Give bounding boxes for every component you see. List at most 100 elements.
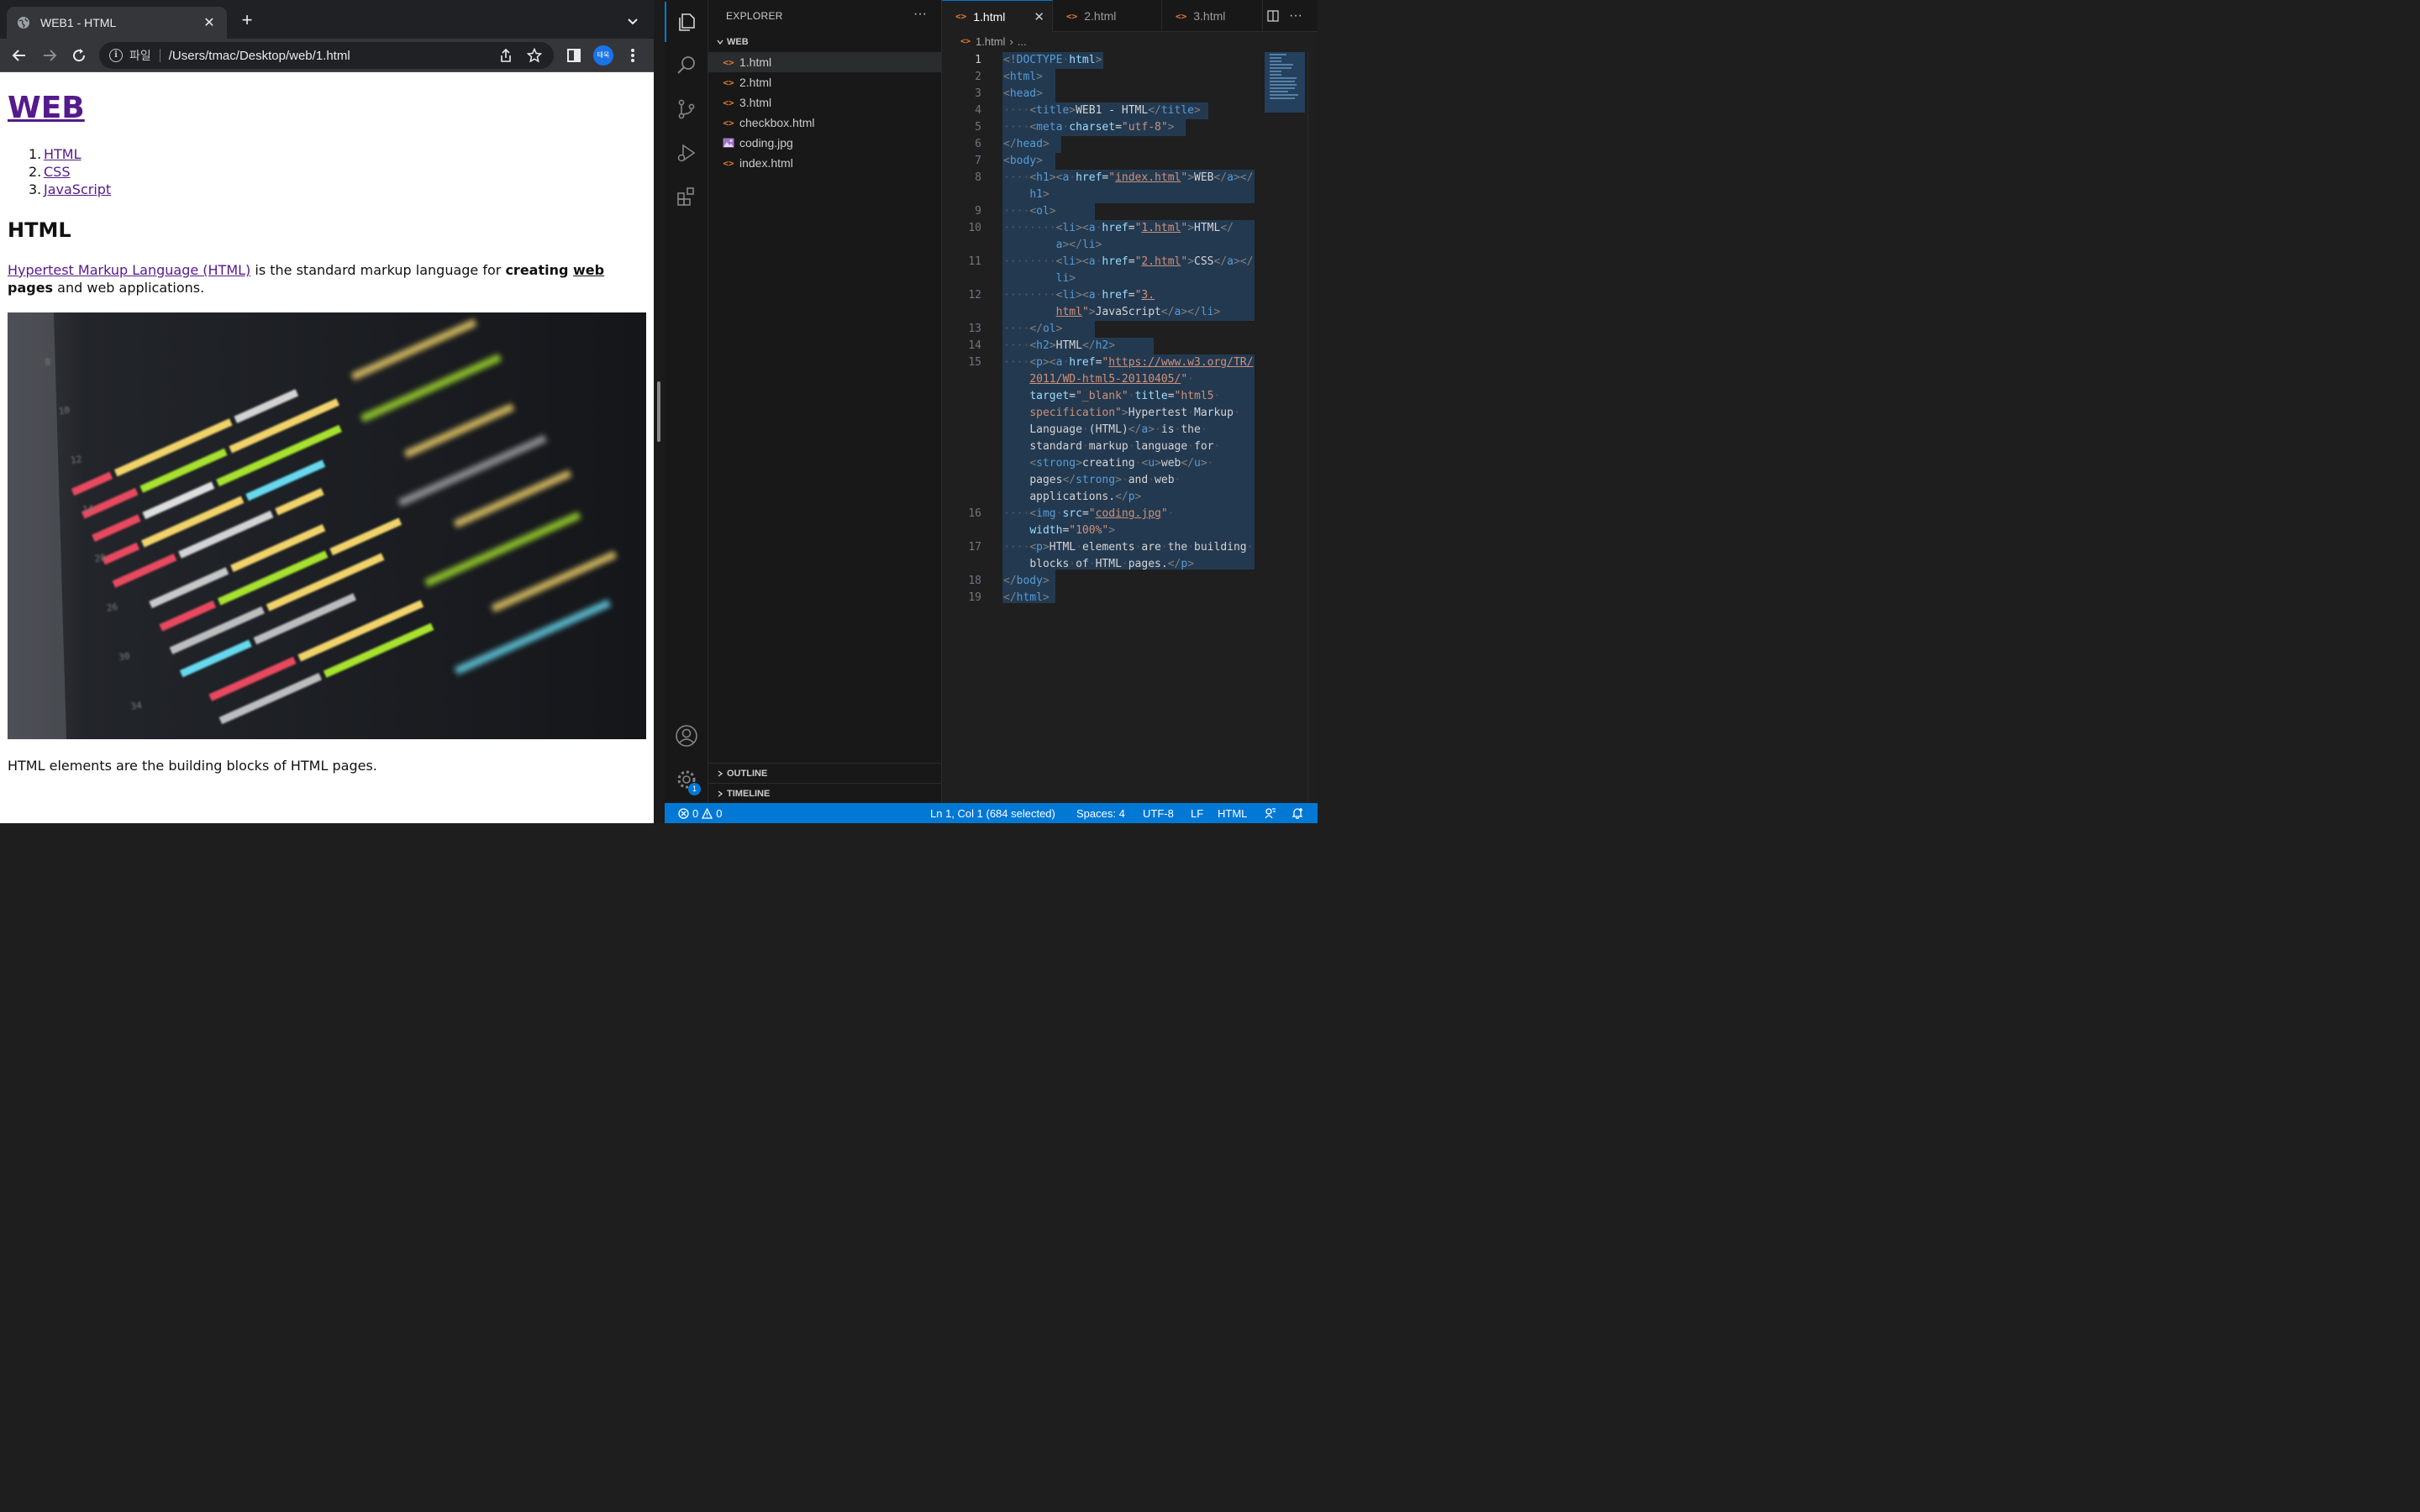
split-editor-icon[interactable] [1265,8,1281,24]
reload-icon[interactable] [68,45,90,66]
code-line: ····<h2>HTML</h2> [1003,339,1116,352]
tab-1-html[interactable]: <> 1.html ✕ [942,0,1053,32]
status-bar: 0 0 Ln 1, Col 1 (684 selected) Spaces: 4… [665,803,1318,823]
editor-area: <> 1.html ✕ <> 2.html <> 3.html ··· <> 1.htm… [942,0,1318,803]
html-spec-link[interactable]: Hypertest Markup Language (HTML) [8,262,250,278]
file-item[interactable]: <> 3.html [708,92,942,113]
manage-gear-icon[interactable]: 1 [665,759,708,800]
javascript-link[interactable]: JavaScript [44,181,111,197]
close-tab-icon[interactable]: ✕ [202,14,217,31]
address-bar[interactable]: i 파일 /Users/tmac/Desktop/web/1.html [99,42,554,69]
feedback-icon[interactable] [1265,803,1276,823]
error-icon [678,807,689,819]
resize-handle[interactable] [657,381,660,442]
timeline-section[interactable]: TIMELINE [708,783,942,803]
browser-toolbar: i 파일 /Users/tmac/Desktop/web/1.html 태욱 [0,39,654,72]
code-line: </body> [1003,575,1050,587]
code-line: ········<li><a·href="2.html">CSS</a></ [1003,255,1254,268]
html-link[interactable]: HTML [44,146,82,162]
bookmark-star-icon[interactable] [525,46,544,65]
breadcrumb: <> 1.html › ... [942,32,1318,50]
svg-text:26: 26 [106,601,118,614]
page-heading: WEB [8,91,85,125]
browser-tab[interactable]: WEB1 - HTML ✕ [7,7,227,39]
side-panel-icon[interactable] [563,45,585,66]
kebab-menu-icon[interactable] [622,45,644,66]
html-file-icon: <> [1066,10,1078,22]
outline-section[interactable]: OUTLINE [708,763,942,783]
html-file-icon: <> [723,97,734,108]
code-line: </html> [1003,591,1050,604]
breadcrumb-file[interactable]: 1.html [976,35,1005,48]
code-line: </head> [1003,138,1050,150]
back-icon[interactable] [8,45,30,66]
svg-text:10: 10 [58,405,71,417]
file-item[interactable]: <> 1.html [708,52,942,72]
chevron-right-icon [713,787,727,801]
warning-icon [702,807,713,819]
source-control-icon[interactable] [665,89,708,129]
html-file-icon: <> [1176,10,1187,22]
web-home-link[interactable]: WEB [8,91,85,125]
code-line: ····<title>WEB1 - HTML</title> [1003,104,1201,117]
svg-text:20: 20 [94,552,107,564]
code-line: ····<meta·charset="utf-8"> [1003,121,1175,134]
profile-avatar[interactable]: 태욱 [593,45,613,66]
svg-text:30: 30 [118,650,130,663]
editor-scrollbar[interactable] [1307,52,1318,803]
breadcrumb-more[interactable]: ... [1018,35,1027,48]
file-item[interactable]: <> index.html [708,153,942,173]
svg-text:14: 14 [82,503,95,516]
extensions-icon[interactable] [665,176,708,217]
scheme-label: 파일 [129,49,151,62]
more-actions-icon[interactable]: ··· [1288,8,1303,24]
explorer-title: EXPLORER [726,10,783,22]
search-icon[interactable] [665,45,708,86]
css-link[interactable]: CSS [44,164,70,180]
share-icon[interactable] [497,46,515,65]
activity-bar: 1 [665,0,708,803]
info-icon[interactable]: i [109,49,123,62]
code-line: ····<h1><a·href="index.html">WEB</a></ [1003,171,1254,184]
cursor-position[interactable]: Ln 1, Col 1 (684 selected) [930,803,1055,823]
file-item[interactable]: coding.jpg [708,133,942,153]
code-line: <!DOCTYPE·html> [1003,54,1102,66]
html-file-icon: <> [960,36,971,46]
list-item: 3. JavaScript [29,181,112,197]
account-icon[interactable] [665,716,708,756]
new-tab-icon[interactable]: + [237,10,257,30]
tab-3-html[interactable]: <> 3.html [1162,0,1263,32]
vscode-window: 1 EXPLORER ··· WEB <> 1.html <> 2.html <> 3… [665,0,1318,823]
image-file-icon [722,136,735,150]
eol-status[interactable]: LF [1191,803,1203,823]
problems-status[interactable]: 0 0 [678,803,722,823]
language-mode[interactable]: HTML [1218,803,1247,823]
chevron-down-icon[interactable] [623,12,642,30]
url-text[interactable]: /Users/tmac/Desktop/web/1.html [169,49,487,63]
window-divider[interactable] [654,0,665,823]
code-editor[interactable]: 1 <!DOCTYPE·html> 2 <html> 3 <head> 4 ····<t… [942,52,1318,803]
forward-icon[interactable] [39,45,60,66]
html-file-icon: <> [723,76,734,88]
close-icon[interactable]: ✕ [1034,9,1044,24]
html-file-icon: <> [723,117,734,129]
minimap[interactable] [1265,52,1305,113]
code-line: ········<li><a·href="3. [1003,289,1155,302]
file-item[interactable]: <> checkbox.html [708,113,942,133]
file-item[interactable]: <> 2.html [708,72,942,92]
code-line: ····<p>HTML·elements·are·the·building· [1003,541,1254,554]
html-file-icon: <> [723,56,734,68]
explorer-icon[interactable] [665,2,708,42]
tab-2-html[interactable]: <> 2.html [1053,0,1162,32]
encoding-status[interactable]: UTF-8 [1143,803,1174,823]
run-debug-icon[interactable] [665,133,708,173]
explorer-sidebar: EXPLORER ··· WEB <> 1.html <> 2.html <> 3.h… [708,0,942,803]
browser-tab-title: WEB1 - HTML [40,16,117,29]
indentation-status[interactable]: Spaces: 4 [1076,803,1125,823]
folder-web[interactable]: WEB [708,34,942,50]
more-actions-icon[interactable]: ··· [913,7,927,22]
closing-paragraph: HTML elements are the building blocks of… [8,758,377,774]
folder-label: WEB [727,37,749,47]
notifications-bell-icon[interactable] [1292,803,1303,823]
code-line: ····<img·src="coding.jpg"· [1003,507,1175,520]
